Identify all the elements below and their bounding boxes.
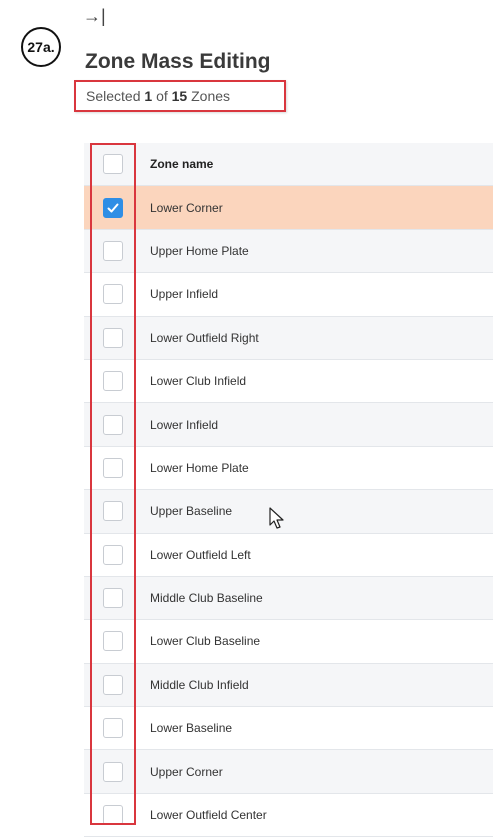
table-row[interactable]: Upper Infield [84,273,493,317]
row-checkbox[interactable] [103,805,123,826]
table-row[interactable]: Lower Outfield Left [84,533,493,577]
column-header-zone-name[interactable]: Zone name [150,157,213,171]
table-row[interactable]: Upper Baseline [84,490,493,534]
row-checkbox-cell [84,805,150,826]
select-all-checkbox[interactable] [103,154,123,175]
row-checkbox[interactable] [103,588,123,609]
row-checkbox-cell [84,501,150,522]
row-checkbox[interactable] [103,544,123,565]
row-checkbox[interactable] [103,501,123,522]
row-checkbox[interactable] [103,761,123,782]
table-row[interactable]: Lower Club Infield [84,359,493,404]
row-checkbox[interactable] [103,718,123,739]
summary-of: of [156,88,168,104]
table-row[interactable]: Middle Club Baseline [84,576,493,621]
row-checkbox-cell [84,674,150,695]
zone-name: Lower Outfield Center [150,808,267,823]
zone-name: Middle Club Baseline [150,591,263,606]
row-checkbox-cell [84,588,150,609]
row-checkbox-cell [84,240,150,261]
row-checkbox-cell [84,327,150,348]
row-checkbox-cell [84,284,150,305]
row-checkbox[interactable] [103,674,123,695]
select-all-cell [84,154,150,175]
table-row[interactable]: Lower Outfield Right [84,316,493,360]
summary-count: 1 [144,88,153,104]
zone-name: Lower Club Infield [150,374,247,389]
page-title: Zone Mass Editing [85,50,271,73]
table-row[interactable]: Lower Club Baseline [84,620,493,664]
zone-name: Lower Baseline [150,721,233,736]
zone-name: Middle Club Infield [150,677,249,692]
row-checkbox-cell [84,718,150,739]
table-row[interactable]: Lower Outfield Center [84,793,493,837]
table-row[interactable]: Lower Home Plate [84,446,493,491]
table-row[interactable]: Upper Corner [84,750,493,794]
row-checkbox[interactable] [103,240,123,261]
table-row[interactable]: Lower Corner [84,186,493,230]
zone-name: Lower Infield [150,417,219,432]
row-checkbox-cell [84,457,150,478]
checkmark-icon [107,203,119,213]
row-checkbox[interactable] [103,457,123,478]
row-checkbox-cell [84,197,150,218]
zone-name: Upper Infield [150,287,219,302]
zone-name: Lower Home Plate [150,460,249,475]
row-checkbox-cell [84,761,150,782]
collapse-panel-icon[interactable]: →| [83,6,106,27]
row-checkbox-cell [84,414,150,435]
row-checkbox-cell [84,371,150,392]
summary-suffix: Zones [191,88,231,104]
row-checkbox-cell [84,631,150,652]
step-badge: 27a. [21,27,61,67]
zones-table: Zone name Lower Corner Upper Home Plate Up… [84,143,493,837]
row-checkbox[interactable] [103,371,123,392]
zone-name: Lower Club Baseline [150,634,261,649]
row-checkbox[interactable] [103,327,123,348]
zone-name: Upper Corner [150,764,223,779]
table-row[interactable]: Middle Club Infield [84,663,493,708]
row-checkbox[interactable] [103,284,123,305]
row-checkbox-cell [84,544,150,565]
zone-name: Lower Outfield Right [150,330,259,345]
zone-name: Lower Corner [150,200,223,215]
table-row[interactable]: Lower Infield [84,403,493,447]
selection-summary: Selected 1 of 15 Zones [74,80,286,112]
summary-prefix: Selected [86,88,141,104]
row-checkbox[interactable] [103,414,123,435]
summary-total: 15 [171,88,188,104]
zone-name: Upper Baseline [150,504,233,519]
mouse-pointer-icon [269,507,284,529]
table-header-row: Zone name [84,143,493,187]
zone-name: Upper Home Plate [150,243,249,258]
row-checkbox[interactable] [103,197,123,218]
table-row[interactable]: Upper Home Plate [84,229,493,274]
row-checkbox[interactable] [103,631,123,652]
table-row[interactable]: Lower Baseline [84,707,493,751]
zone-name: Lower Outfield Left [150,547,251,562]
